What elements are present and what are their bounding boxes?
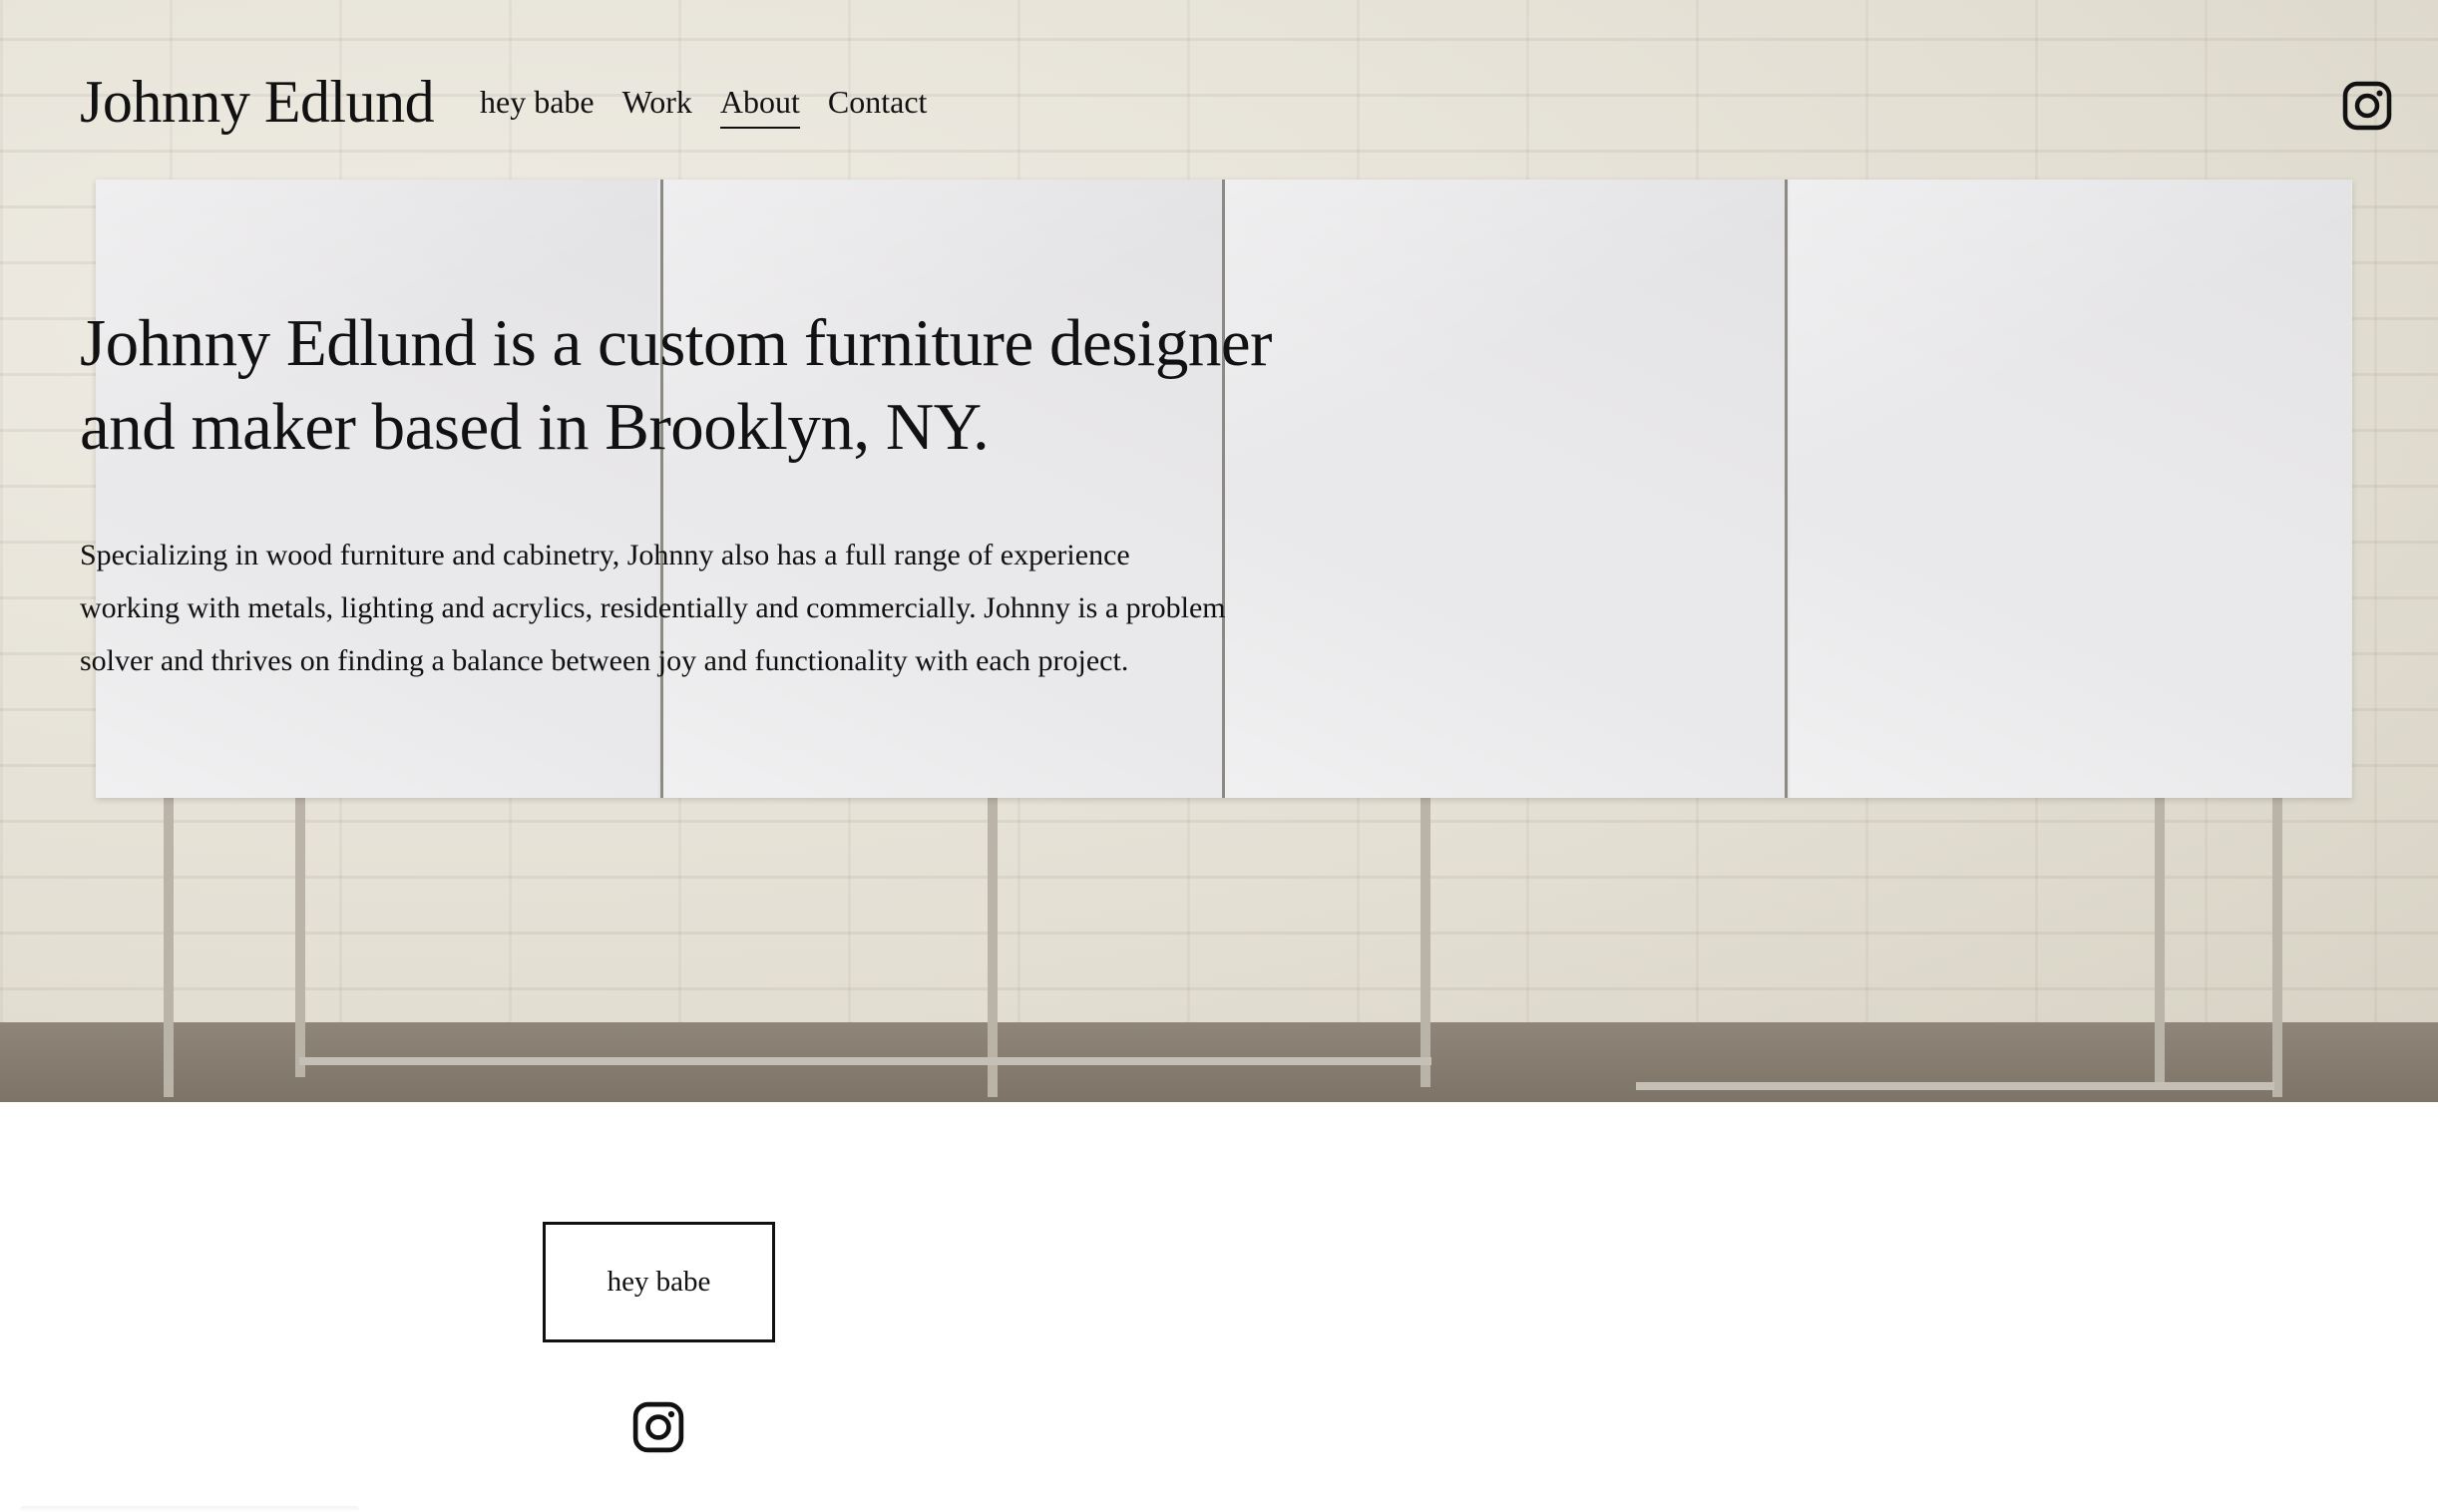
instagram-icon[interactable] — [632, 1401, 684, 1453]
hey-babe-button[interactable]: hey babe — [543, 1222, 775, 1342]
cabinet-leg — [1421, 798, 1430, 1087]
instagram-icon[interactable] — [2342, 81, 2392, 131]
cabinet-panel-divider — [1222, 180, 1225, 798]
cabinet-panel — [1225, 180, 1787, 798]
nav-item-about[interactable]: About — [719, 84, 800, 129]
cabinet-leg — [2155, 798, 2165, 1087]
cabinet-panel-divider — [1785, 180, 1788, 798]
site-title[interactable]: Johnny Edlund — [80, 68, 435, 137]
page-headline: Johnny Edlund is a custom furniture desi… — [80, 306, 1272, 464]
cabinet-leg — [2272, 798, 2282, 1097]
cabinet — [96, 180, 2352, 798]
cabinet-panel-divider — [660, 180, 663, 798]
cabinet-rail — [299, 1057, 1431, 1065]
cabinet-panel — [660, 180, 1222, 798]
cabinet-panel — [96, 180, 657, 798]
footer-edge-shadow — [20, 1506, 359, 1512]
main-nav: hey babe Work About Contact — [480, 84, 927, 129]
nav-item-contact[interactable]: Contact — [828, 84, 928, 129]
nav-item-work[interactable]: Work — [622, 84, 692, 129]
cabinet-rail — [1636, 1082, 2274, 1090]
about-description: Specializing in wood furniture and cabin… — [80, 539, 1226, 677]
cabinet-leg — [164, 798, 174, 1097]
cabinet-leg — [295, 798, 305, 1077]
cabinet-leg — [988, 798, 998, 1097]
nav-item-hey-babe[interactable]: hey babe — [480, 84, 595, 129]
cabinet-panel — [1790, 180, 2351, 798]
